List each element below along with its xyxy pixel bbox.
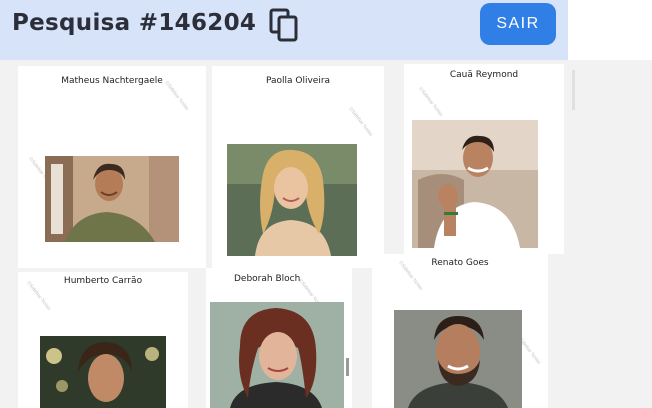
scrollbar[interactable]	[572, 70, 575, 110]
page-title: Pesquisa #146204	[12, 10, 257, 36]
card-name: Matheus Nachtergaele	[61, 76, 163, 86]
watermark: ©Sidebar Notas	[417, 86, 444, 118]
result-card[interactable]: Matheus Nachtergaele ©Sidebar Notas ©Sid…	[18, 66, 206, 268]
search-header: Pesquisa #146204 SAIR	[0, 0, 568, 60]
copy-icon[interactable]	[269, 8, 299, 42]
actor-photo	[210, 302, 344, 408]
results-grid: Matheus Nachtergaele ©Sidebar Notas ©Sid…	[0, 60, 652, 408]
card-name: Humberto Carrão	[63, 276, 143, 286]
card-name: Paolla Oliveira	[265, 76, 331, 86]
actor-photo	[40, 336, 166, 408]
actor-photo	[227, 144, 357, 256]
actor-photo	[394, 310, 522, 408]
result-card[interactable]: Paolla Oliveira ©Sidebar Notas	[212, 66, 384, 268]
actor-photo	[45, 156, 179, 242]
page: Pesquisa #146204 SAIR Matheus Nachtergae…	[0, 0, 652, 408]
watermark: ©Sidebar Notas	[347, 106, 374, 138]
result-card[interactable]: Deborah Bloch ©Sidebar Notas	[206, 268, 352, 408]
exit-button[interactable]: SAIR	[480, 3, 556, 45]
result-card[interactable]: Humberto Carrão ©Sidebar Notas	[18, 272, 188, 408]
result-card[interactable]: Cauã Reymond ©Sidebar Notas	[404, 64, 564, 254]
card-name: Cauã Reymond	[449, 70, 519, 80]
card-name: Deborah Bloch	[234, 274, 301, 284]
scrollbar[interactable]	[346, 358, 349, 376]
actor-photo	[412, 120, 538, 248]
result-card[interactable]: Renato Goes ©Sidebar Notas ©Sidebar Nota…	[372, 254, 548, 408]
